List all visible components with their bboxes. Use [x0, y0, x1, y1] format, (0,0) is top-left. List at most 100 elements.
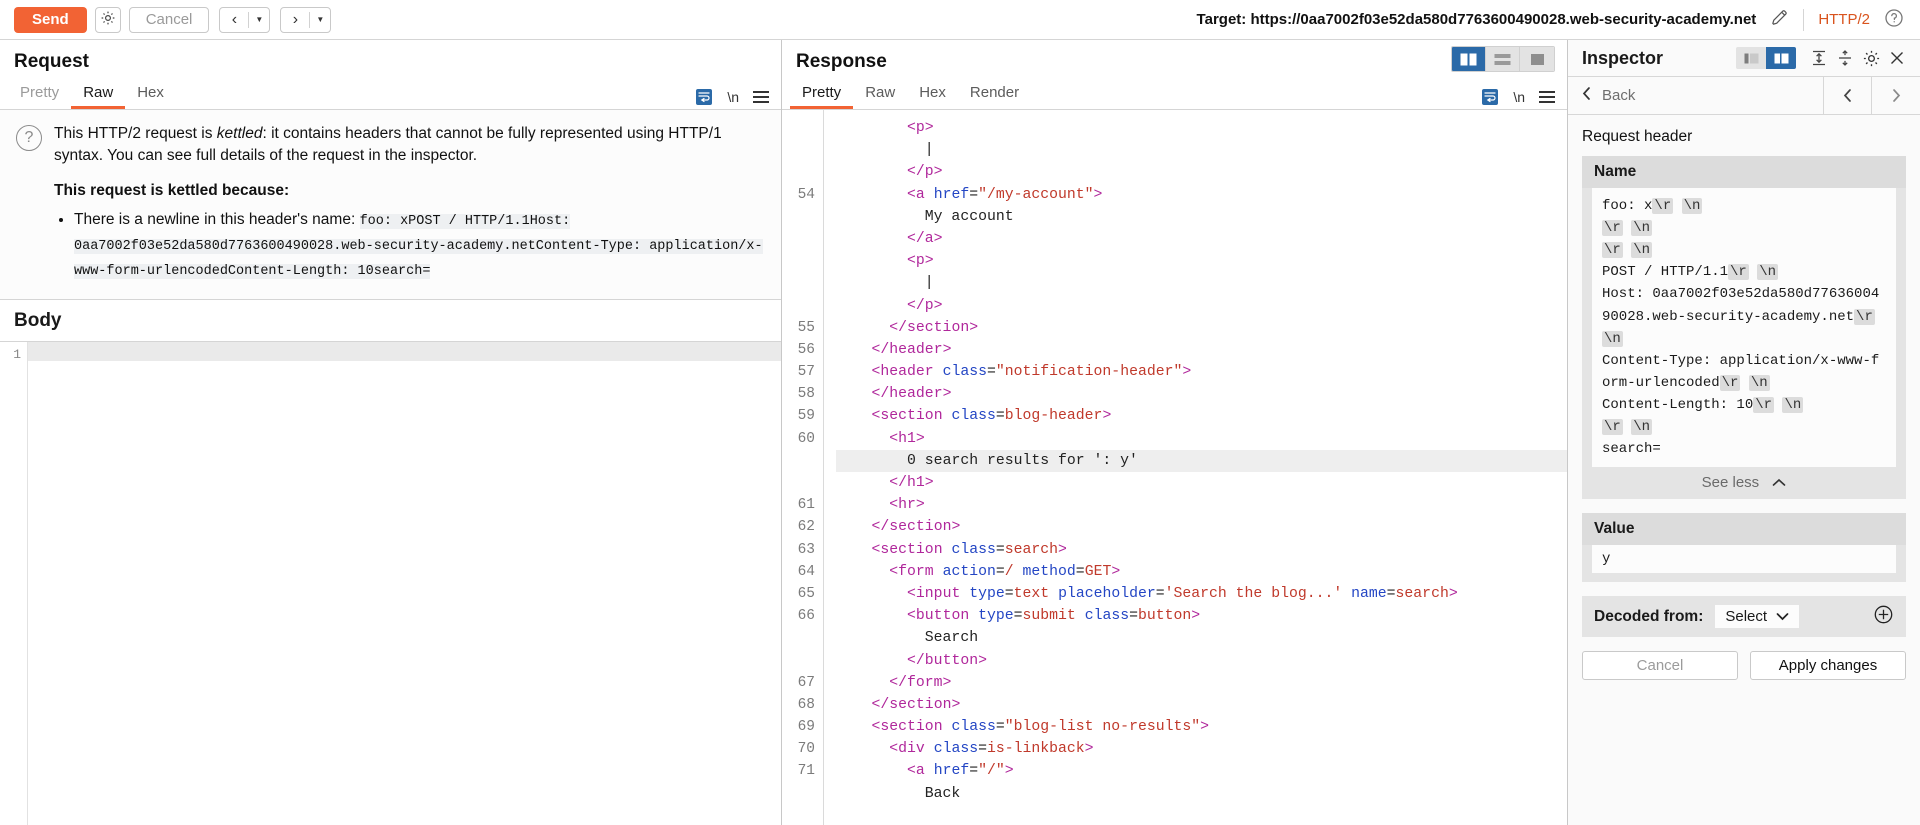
- code-token: "/my-account": [978, 187, 1093, 203]
- code-line[interactable]: <hr>: [836, 494, 1567, 516]
- header-text-token: Host: 0aa7002f03e52da580d7763600490028.w…: [1602, 286, 1879, 324]
- pencil-icon: [1770, 14, 1789, 31]
- tab-request-hex[interactable]: Hex: [125, 78, 176, 109]
- code-token: class: [951, 542, 995, 558]
- history-forward-button[interactable]: › ▼: [280, 7, 331, 33]
- code-line[interactable]: <input type=text placeholder='Search the…: [836, 583, 1567, 605]
- close-icon[interactable]: [1884, 45, 1910, 71]
- dock-left-icon[interactable]: [1736, 47, 1766, 69]
- request-pane-header: Request Pretty Raw Hex \n: [0, 40, 781, 110]
- inspector-prev-button[interactable]: [1824, 77, 1872, 114]
- kettled-request-notice: ? This HTTP/2 request is kettled: it con…: [0, 110, 781, 300]
- tab-request-pretty[interactable]: Pretty: [8, 78, 71, 109]
- code-token: =: [1129, 608, 1138, 624]
- name-card-value[interactable]: foo: x\r \n \r \n \r \n POST / HTTP/1.1\…: [1592, 188, 1896, 467]
- code-token: </h1>: [889, 475, 933, 491]
- code-line[interactable]: </header>: [836, 383, 1567, 405]
- code-line[interactable]: </p>: [836, 295, 1567, 317]
- code-token: submit: [1023, 608, 1076, 624]
- code-token: placeholder: [1058, 586, 1156, 602]
- code-line[interactable]: </h1>: [836, 472, 1567, 494]
- tab-response-raw[interactable]: Raw: [853, 78, 907, 109]
- menu-icon[interactable]: [753, 91, 769, 103]
- code-line[interactable]: <p>: [836, 250, 1567, 272]
- code-line[interactable]: <div class=is-linkback>: [836, 738, 1567, 760]
- split-horizontal-icon[interactable]: [1486, 47, 1520, 71]
- add-decoding-button[interactable]: [1873, 604, 1894, 629]
- code-line[interactable]: </p>: [836, 161, 1567, 183]
- code-line[interactable]: </section>: [836, 317, 1567, 339]
- expand-all-icon[interactable]: [1806, 45, 1832, 71]
- history-back-button[interactable]: ‹ ▼: [219, 7, 270, 33]
- code-line[interactable]: <button type=submit class=button>: [836, 605, 1567, 627]
- tab-response-render[interactable]: Render: [958, 78, 1031, 109]
- caret-down-icon[interactable]: ▼: [249, 8, 269, 32]
- see-less-button[interactable]: See less: [1582, 467, 1906, 499]
- split-vertical-icon[interactable]: [1452, 47, 1486, 71]
- inspector-back-button[interactable]: Back: [1568, 77, 1824, 114]
- menu-icon[interactable]: [1539, 91, 1555, 103]
- single-pane-icon[interactable]: [1520, 47, 1554, 71]
- cancel-button[interactable]: Cancel: [129, 7, 210, 33]
- code-line[interactable]: Search: [836, 627, 1567, 649]
- request-body-editor[interactable]: 1: [0, 342, 781, 825]
- settings-button[interactable]: [95, 7, 121, 33]
- code-line[interactable]: <h1>: [836, 428, 1567, 450]
- code-line[interactable]: </a>: [836, 228, 1567, 250]
- response-code-content[interactable]: <p> | </p> <a href="/my-account"> My acc…: [824, 110, 1567, 825]
- inspector-apply-button[interactable]: Apply changes: [1750, 651, 1906, 680]
- line-number: [782, 472, 815, 494]
- code-line[interactable]: |: [836, 139, 1567, 161]
- show-newlines-icon[interactable]: \n: [1513, 89, 1525, 105]
- code-token: name: [1351, 586, 1387, 602]
- gear-icon[interactable]: [1858, 45, 1884, 71]
- caret-down-icon[interactable]: ▼: [310, 8, 330, 32]
- code-line[interactable]: </section>: [836, 694, 1567, 716]
- code-line[interactable]: <p>: [836, 117, 1567, 139]
- dock-right-icon[interactable]: [1766, 47, 1796, 69]
- kettled-reason-item: There is a newline in this header's name…: [74, 208, 765, 283]
- code-line[interactable]: <section class=search>: [836, 539, 1567, 561]
- code-token: <a: [907, 187, 934, 203]
- line-number: [782, 206, 815, 228]
- line-number: 65: [782, 583, 815, 605]
- inspector-next-button[interactable]: [1872, 77, 1920, 114]
- code-line[interactable]: <form action=/ method=GET>: [836, 561, 1567, 583]
- code-line[interactable]: <a href="/">: [836, 760, 1567, 782]
- inspector-cancel-button[interactable]: Cancel: [1582, 651, 1738, 680]
- code-line[interactable]: </button>: [836, 650, 1567, 672]
- value-card-input[interactable]: y: [1592, 545, 1896, 573]
- code-line[interactable]: <section class="blog-list no-results">: [836, 716, 1567, 738]
- code-line[interactable]: Back: [836, 783, 1567, 805]
- code-line[interactable]: 0 search results for ': y': [836, 450, 1567, 472]
- collapse-all-icon[interactable]: [1832, 45, 1858, 71]
- response-code-viewer[interactable]: 545556575859606162636465666768697071 <p>…: [782, 110, 1567, 825]
- tab-request-raw[interactable]: Raw: [71, 78, 125, 109]
- code-token: method: [1023, 564, 1076, 580]
- code-line[interactable]: </form>: [836, 672, 1567, 694]
- code-line[interactable]: </section>: [836, 516, 1567, 538]
- request-body-line-1[interactable]: [28, 342, 781, 361]
- code-line[interactable]: </header>: [836, 339, 1567, 361]
- response-pane-header: Response Pretty Raw Hex Render \n: [782, 40, 1567, 110]
- help-button[interactable]: [1884, 8, 1904, 32]
- tab-response-pretty[interactable]: Pretty: [790, 78, 853, 109]
- request-body-textarea[interactable]: [28, 342, 781, 825]
- line-number: [782, 450, 815, 472]
- tab-response-hex[interactable]: Hex: [907, 78, 958, 109]
- code-line[interactable]: <header class="notification-header">: [836, 361, 1567, 383]
- wrap-lines-icon[interactable]: [695, 88, 713, 106]
- code-line[interactable]: |: [836, 272, 1567, 294]
- decoded-from-select[interactable]: Select: [1715, 605, 1799, 628]
- code-token: "/": [978, 763, 1005, 779]
- code-token: class: [943, 364, 987, 380]
- chevron-right-icon: [1891, 88, 1902, 103]
- code-line[interactable]: <section class=blog-header>: [836, 405, 1567, 427]
- wrap-lines-icon[interactable]: [1481, 88, 1499, 106]
- show-newlines-icon[interactable]: \n: [727, 89, 739, 105]
- code-line[interactable]: My account: [836, 206, 1567, 228]
- code-line[interactable]: <a href="/my-account">: [836, 184, 1567, 206]
- chevron-left-icon: ‹: [220, 8, 248, 32]
- edit-target-button[interactable]: [1770, 8, 1789, 31]
- send-button[interactable]: Send: [14, 7, 87, 33]
